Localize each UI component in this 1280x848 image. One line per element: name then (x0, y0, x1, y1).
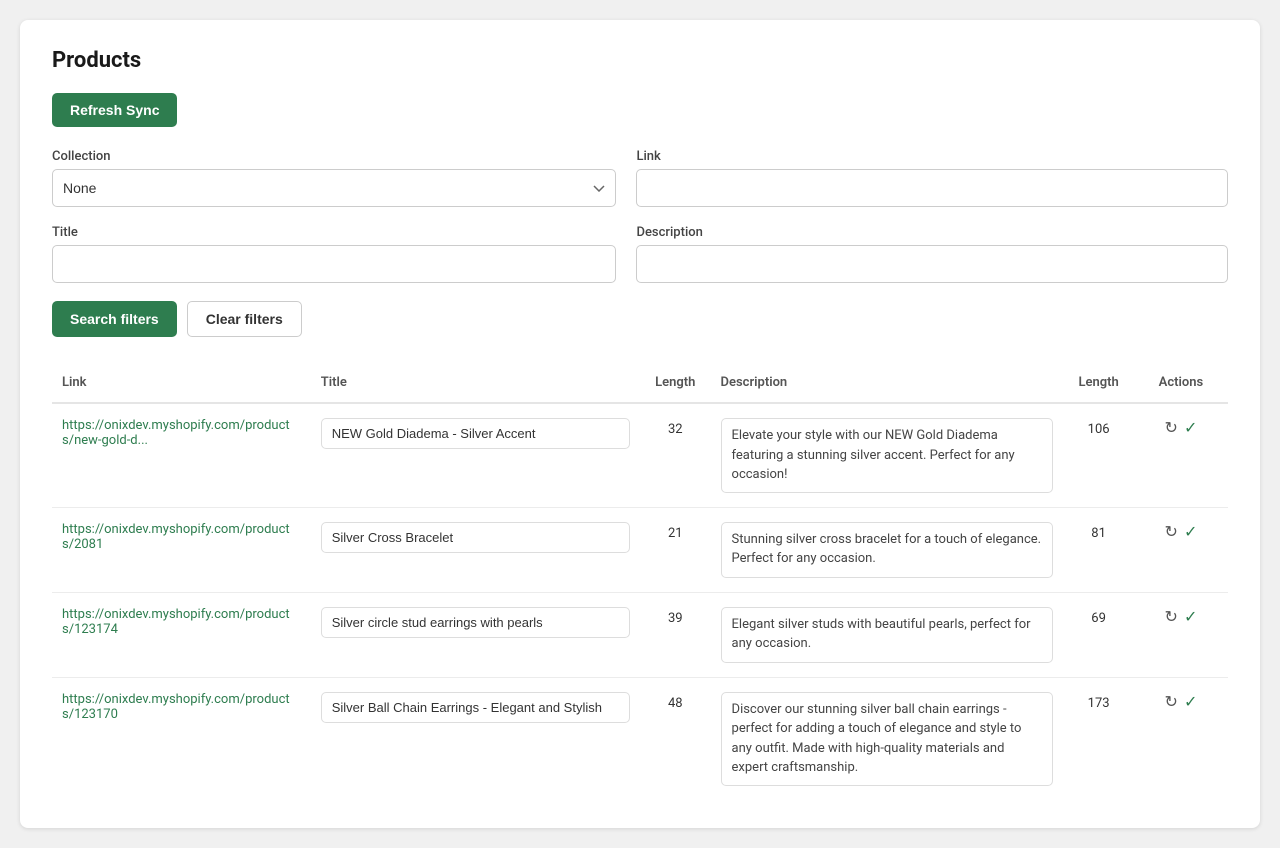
cell-desc-length: 69 (1063, 592, 1134, 677)
collection-label: Collection (52, 149, 616, 164)
cell-title (311, 507, 640, 592)
product-link[interactable]: https://onixdev.myshopify.com/products/n… (62, 418, 290, 448)
title-input[interactable] (52, 245, 616, 283)
title-label: Title (52, 225, 616, 240)
cell-link: https://onixdev.myshopify.com/products/2… (52, 507, 311, 592)
cell-description: Elegant silver studs with beautiful pear… (711, 592, 1064, 677)
cell-desc-length: 173 (1063, 677, 1134, 800)
cell-link: https://onixdev.myshopify.com/products/1… (52, 677, 311, 800)
cell-desc-length: 81 (1063, 507, 1134, 592)
description-text: Stunning silver cross bracelet for a tou… (721, 522, 1054, 578)
cell-title (311, 592, 640, 677)
link-input[interactable] (636, 169, 1228, 207)
search-filters-button[interactable]: Search filters (52, 301, 177, 337)
clear-filters-button[interactable]: Clear filters (187, 301, 302, 337)
cell-actions: ↻✓ (1134, 592, 1228, 677)
table-row: https://onixdev.myshopify.com/products/2… (52, 507, 1228, 592)
cell-actions: ↻✓ (1134, 403, 1228, 507)
cell-description: Elevate your style with our NEW Gold Dia… (711, 403, 1064, 507)
product-link[interactable]: https://onixdev.myshopify.com/products/2… (62, 522, 290, 552)
table-row: https://onixdev.myshopify.com/products/1… (52, 677, 1228, 800)
cell-title (311, 403, 640, 507)
check-icon[interactable]: ✓ (1184, 418, 1197, 437)
link-label: Link (636, 149, 1228, 164)
title-field[interactable] (321, 418, 630, 449)
table-row: https://onixdev.myshopify.com/products/n… (52, 403, 1228, 507)
col-header-title: Title (311, 365, 640, 403)
cell-desc-length: 106 (1063, 403, 1134, 507)
description-text: Elevate your style with our NEW Gold Dia… (721, 418, 1054, 493)
col-header-actions: Actions (1134, 365, 1228, 403)
refresh-icon[interactable]: ↻ (1165, 607, 1178, 626)
cell-title (311, 677, 640, 800)
refresh-sync-button[interactable]: Refresh Sync (52, 93, 177, 127)
products-table: Link Title Length Description Length Act… (52, 365, 1228, 800)
col-header-length2: Length (1063, 365, 1134, 403)
col-header-length1: Length (640, 365, 711, 403)
table-row: https://onixdev.myshopify.com/products/1… (52, 592, 1228, 677)
cell-title-length: 32 (640, 403, 711, 507)
page-title: Products (52, 48, 1228, 73)
col-header-description: Description (711, 365, 1064, 403)
collection-select[interactable]: None (52, 169, 616, 207)
cell-actions: ↻✓ (1134, 677, 1228, 800)
cell-title-length: 21 (640, 507, 711, 592)
description-label: Description (636, 225, 1228, 240)
cell-actions: ↻✓ (1134, 507, 1228, 592)
refresh-icon[interactable]: ↻ (1165, 692, 1178, 711)
description-input[interactable] (636, 245, 1228, 283)
cell-link: https://onixdev.myshopify.com/products/n… (52, 403, 311, 507)
check-icon[interactable]: ✓ (1184, 522, 1197, 541)
cell-description: Discover our stunning silver ball chain … (711, 677, 1064, 800)
title-field[interactable] (321, 607, 630, 638)
refresh-icon[interactable]: ↻ (1165, 522, 1178, 541)
check-icon[interactable]: ✓ (1184, 692, 1197, 711)
product-link[interactable]: https://onixdev.myshopify.com/products/1… (62, 607, 290, 637)
cell-description: Stunning silver cross bracelet for a tou… (711, 507, 1064, 592)
cell-title-length: 48 (640, 677, 711, 800)
refresh-icon[interactable]: ↻ (1165, 418, 1178, 437)
title-field[interactable] (321, 692, 630, 723)
cell-title-length: 39 (640, 592, 711, 677)
product-link[interactable]: https://onixdev.myshopify.com/products/1… (62, 692, 290, 722)
check-icon[interactable]: ✓ (1184, 607, 1197, 626)
cell-link: https://onixdev.myshopify.com/products/1… (52, 592, 311, 677)
description-text: Elegant silver studs with beautiful pear… (721, 607, 1054, 663)
description-text: Discover our stunning silver ball chain … (721, 692, 1054, 786)
col-header-link: Link (52, 365, 311, 403)
products-table-wrapper: Link Title Length Description Length Act… (52, 365, 1228, 800)
title-field[interactable] (321, 522, 630, 553)
